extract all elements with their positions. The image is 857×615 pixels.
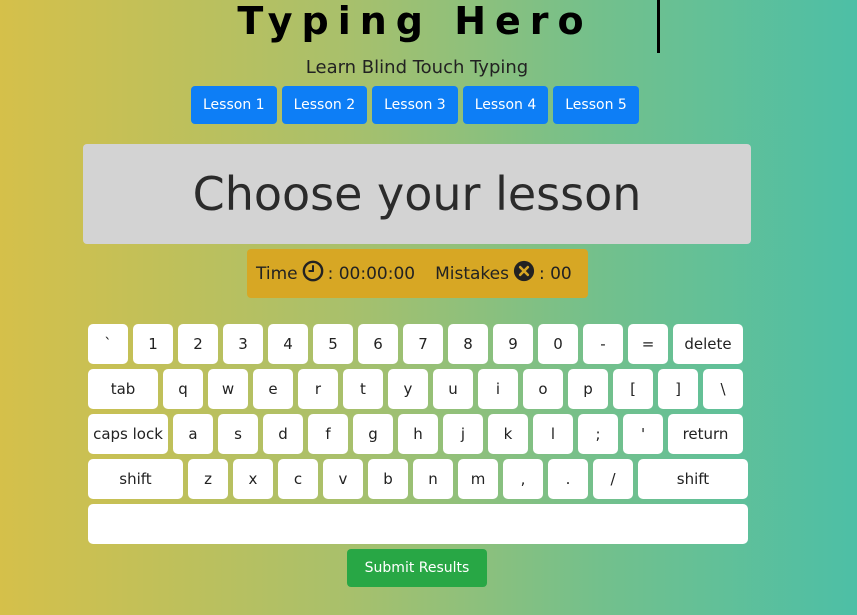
lesson-bar: Lesson 1 Lesson 2 Lesson 3 Lesson 4 Less… (191, 86, 639, 124)
key-semicolon[interactable]: ; (578, 414, 618, 454)
key-h[interactable]: h (398, 414, 438, 454)
stats-bar: Time : 00:00:00 Mistakes : 00 (247, 249, 588, 298)
key-right-shift[interactable]: shift (638, 459, 748, 499)
key-i[interactable]: i (478, 369, 518, 409)
key-left-bracket[interactable]: [ (613, 369, 653, 409)
key-a[interactable]: a (173, 414, 213, 454)
lesson-2-button[interactable]: Lesson 2 (281, 86, 368, 124)
lesson-5-button[interactable]: Lesson 5 (553, 86, 639, 124)
key-p[interactable]: p (568, 369, 608, 409)
key-slash[interactable]: / (593, 459, 633, 499)
text-cursor (657, 0, 660, 53)
key-n[interactable]: n (413, 459, 453, 499)
key-v[interactable]: v (323, 459, 363, 499)
submit-results-button[interactable]: Submit Results (347, 549, 487, 587)
clock-icon (298, 260, 328, 287)
key-7[interactable]: 7 (403, 324, 443, 364)
key-t[interactable]: t (343, 369, 383, 409)
mistakes-counter: Mistakes : 00 (435, 260, 572, 287)
keyboard-row-bottom: shift z x c v b n m , . / shift (88, 459, 748, 499)
key-m[interactable]: m (458, 459, 498, 499)
key-z[interactable]: z (188, 459, 228, 499)
key-g[interactable]: g (353, 414, 393, 454)
key-backtick[interactable]: ` (88, 324, 128, 364)
key-space[interactable] (88, 504, 748, 544)
key-backslash[interactable]: \ (703, 369, 743, 409)
x-circle-icon (509, 260, 539, 287)
mistakes-label: Mistakes (435, 263, 509, 284)
key-r[interactable]: r (298, 369, 338, 409)
key-return[interactable]: return (668, 414, 743, 454)
virtual-keyboard: ` 1 2 3 4 5 6 7 8 9 0 - = delete tab q w… (88, 324, 748, 544)
lesson-3-button[interactable]: Lesson 3 (372, 86, 458, 124)
key-right-bracket[interactable]: ] (658, 369, 698, 409)
key-comma[interactable]: , (503, 459, 543, 499)
key-left-shift[interactable]: shift (88, 459, 183, 499)
lesson-display: Choose your lesson (83, 144, 751, 244)
key-f[interactable]: f (308, 414, 348, 454)
timer: Time : 00:00:00 (256, 260, 415, 287)
key-5[interactable]: 5 (313, 324, 353, 364)
keyboard-row-home: caps lock a s d f g h j k l ; ' return (88, 414, 748, 454)
app-subtitle: Learn Blind Touch Typing (305, 57, 529, 78)
key-q[interactable]: q (163, 369, 203, 409)
keyboard-row-top: tab q w e r t y u i o p [ ] \ (88, 369, 748, 409)
key-8[interactable]: 8 (448, 324, 488, 364)
key-b[interactable]: b (368, 459, 408, 499)
key-y[interactable]: y (388, 369, 428, 409)
key-delete[interactable]: delete (673, 324, 743, 364)
key-quote[interactable]: ' (623, 414, 663, 454)
key-1[interactable]: 1 (133, 324, 173, 364)
key-minus[interactable]: - (583, 324, 623, 364)
app-title: Typing Hero (237, 0, 593, 43)
key-w[interactable]: w (208, 369, 248, 409)
key-e[interactable]: e (253, 369, 293, 409)
key-equals[interactable]: = (628, 324, 668, 364)
key-s[interactable]: s (218, 414, 258, 454)
time-label: Time (256, 263, 298, 284)
lesson-4-button[interactable]: Lesson 4 (462, 86, 549, 124)
keyboard-row-number: ` 1 2 3 4 5 6 7 8 9 0 - = delete (88, 324, 748, 364)
key-u[interactable]: u (433, 369, 473, 409)
key-caps-lock[interactable]: caps lock (88, 414, 168, 454)
key-3[interactable]: 3 (223, 324, 263, 364)
key-o[interactable]: o (523, 369, 563, 409)
key-tab[interactable]: tab (88, 369, 158, 409)
key-6[interactable]: 6 (358, 324, 398, 364)
key-4[interactable]: 4 (268, 324, 308, 364)
key-k[interactable]: k (488, 414, 528, 454)
mistakes-value: : 00 (538, 263, 572, 284)
key-2[interactable]: 2 (178, 324, 218, 364)
key-c[interactable]: c (278, 459, 318, 499)
lesson-1-button[interactable]: Lesson 1 (191, 86, 277, 124)
key-x[interactable]: x (233, 459, 273, 499)
key-period[interactable]: . (548, 459, 588, 499)
key-0[interactable]: 0 (538, 324, 578, 364)
time-value: : 00:00:00 (327, 263, 416, 284)
key-9[interactable]: 9 (493, 324, 533, 364)
key-l[interactable]: l (533, 414, 573, 454)
key-d[interactable]: d (263, 414, 303, 454)
key-j[interactable]: j (443, 414, 483, 454)
